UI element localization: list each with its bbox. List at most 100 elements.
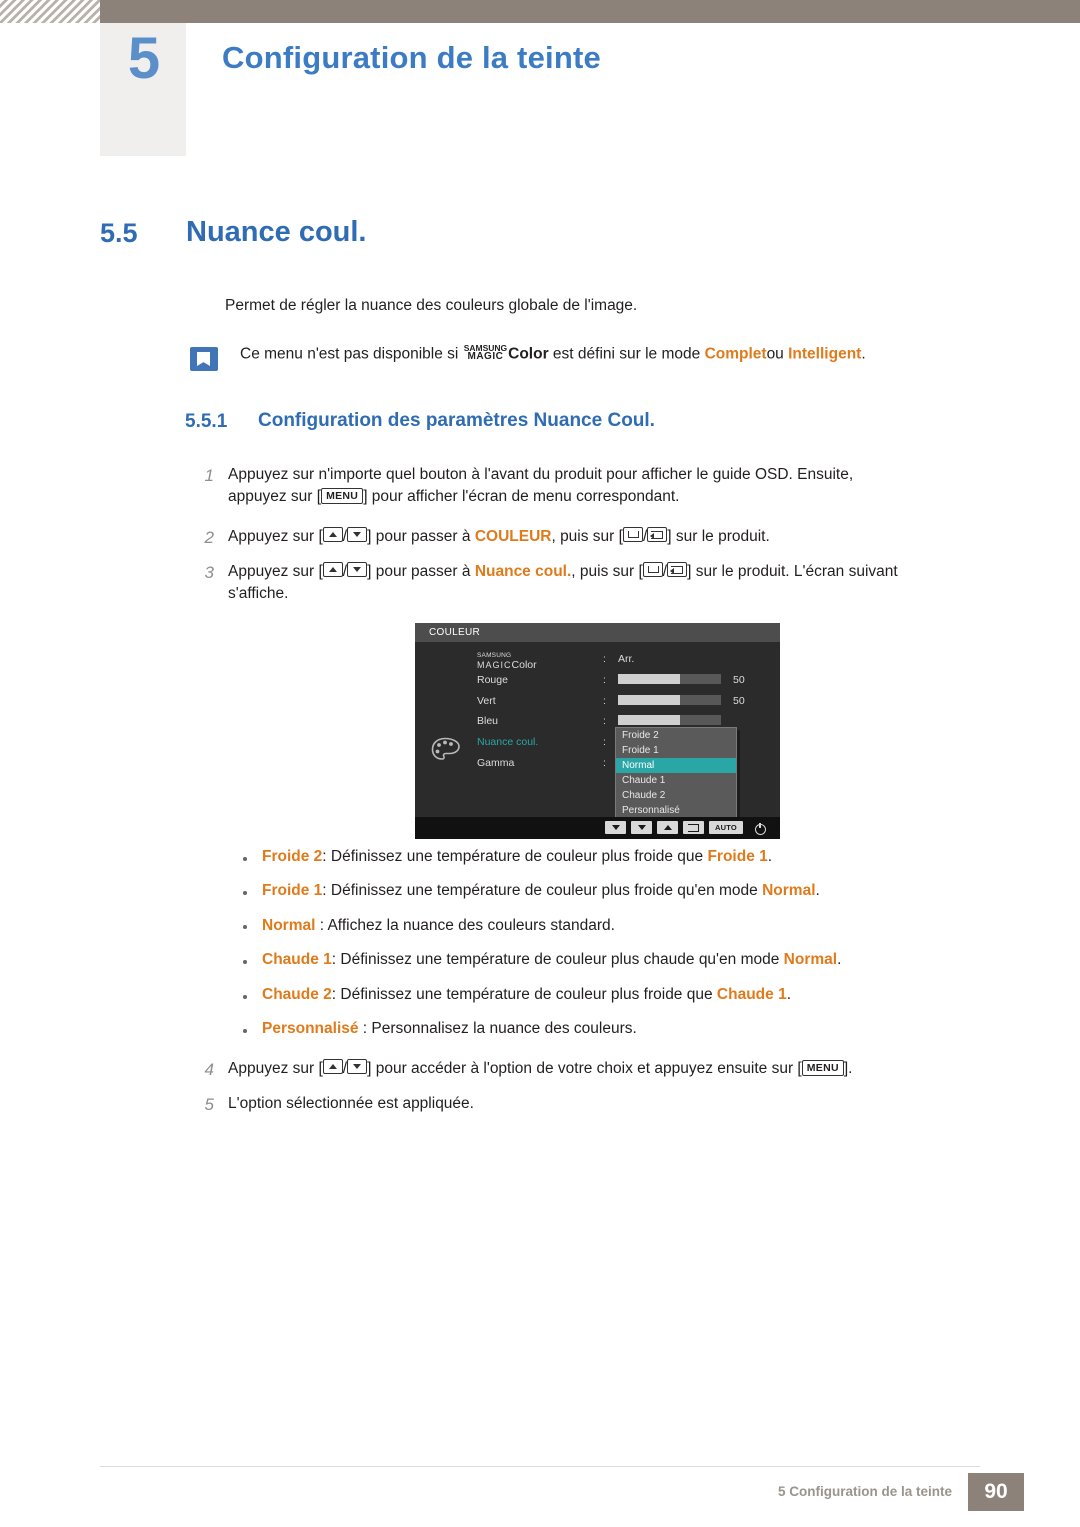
step2-a: Appuyez sur [ — [228, 528, 323, 545]
badge-line-magic: MAGIC — [467, 350, 504, 362]
step-number-3: 3 — [204, 563, 214, 582]
bullet-dot — [243, 995, 247, 999]
step-text-5: L'option sélectionnée est appliquée. — [228, 1095, 474, 1112]
step-text-3: Appuyez sur [/] pour passer à Nuance cou… — [228, 561, 1018, 606]
osd-colon-rouge: : — [603, 674, 606, 686]
note-middle: est défini sur le mode — [552, 345, 701, 363]
osd-screenshot: COULEUR SAMSUNG MAGICColor : Arr. Rouge … — [415, 623, 780, 839]
osd-row-label-nuance-coul[interactable]: Nuance coul. — [477, 736, 538, 748]
dropdown-item-froide-2[interactable]: Froide 2 — [616, 728, 736, 743]
down-arrow-key-icon — [347, 1059, 368, 1074]
palette-icon — [431, 737, 461, 763]
bullet-dot — [243, 960, 247, 964]
osd-row-label-vert: Vert — [477, 695, 496, 707]
step2-keyword-couleur: COULEUR — [474, 528, 552, 545]
bullet-keyword: Personnalisé — [262, 1020, 359, 1037]
bullet-end: . — [767, 848, 773, 865]
menu-key-icon: MENU — [801, 1060, 844, 1076]
bullet-item-froide-1: Froide 1: Définissez une température de … — [262, 882, 820, 900]
samsung-magic-badge: SAMSUNG MAGIC — [464, 344, 507, 362]
osd-slider-fill-vert — [618, 695, 680, 705]
dropdown-item-chaude-2[interactable]: Chaude 2 — [616, 788, 736, 803]
bullet-body: : Définissez une température de couleur … — [331, 951, 780, 968]
bullet-item-chaude-1: Chaude 1: Définissez une température de … — [262, 951, 841, 969]
step4-b: ] pour accéder à l'option de votre choix… — [367, 1060, 802, 1077]
chapter-number: 5 — [127, 26, 161, 91]
osd-value-magic: Arr. — [618, 653, 635, 665]
bullet-keyword-2: Froide 1 — [707, 848, 768, 865]
enter-key-icon — [667, 562, 688, 577]
footer-text: 5 Configuration de la teinte — [777, 1484, 952, 1499]
note-keyword-intelligent: Intelligent — [788, 345, 862, 363]
osd-button-auto-label: AUTO — [715, 823, 737, 832]
bullet-keyword: Normal — [262, 917, 316, 934]
note-keyword-complet: Complet — [704, 345, 767, 363]
up-arrow-key-icon — [322, 1059, 343, 1074]
osd-row-label-bleu: Bleu — [477, 715, 499, 727]
page-header: 5 Configuration de la teinte — [0, 0, 1080, 156]
osd-slider-bleu[interactable] — [618, 715, 721, 725]
step3-d: ] sur le produit. L'écran suivant — [687, 563, 898, 580]
bullet-end: . — [815, 882, 820, 899]
up-arrow-key-icon — [322, 527, 343, 542]
dropdown-item-personnalise[interactable]: Personnalisé — [616, 803, 736, 818]
osd-dropdown-nuance-coul[interactable]: Froide 2 Froide 1 Normal Chaude 1 Chaude… — [615, 727, 737, 819]
osd-colon-magic: : — [603, 653, 606, 665]
bullet-dot — [243, 857, 247, 861]
bullet-keyword: Chaude 2 — [262, 986, 332, 1003]
osd-row-label-gamma[interactable]: Gamma — [477, 757, 514, 769]
power-icon[interactable] — [749, 822, 766, 835]
dropdown-item-froide-1[interactable]: Froide 1 — [616, 743, 736, 758]
bullet-body: : Définissez une température de couleur … — [331, 986, 713, 1003]
bullet-item-chaude-2: Chaude 2: Définissez une température de … — [262, 986, 791, 1004]
note-text: Ce menu n'est pas disponible si SAMSUNG … — [240, 344, 866, 364]
bullet-item-normal: Normal : Affichez la nuance des couleurs… — [262, 917, 615, 935]
step-number-4: 4 — [204, 1060, 214, 1079]
note-icon — [190, 347, 218, 371]
step1-line2-b: ] pour afficher l'écran de menu correspo… — [363, 488, 680, 506]
note-conjunction: ou — [766, 345, 784, 363]
step-text-1: Appuyez sur n'importe quel bouton à l'av… — [228, 464, 1018, 509]
down-arrow-key-icon — [347, 527, 368, 542]
step1-line1: Appuyez sur n'importe quel bouton à l'av… — [228, 466, 854, 483]
osd-button-return[interactable] — [683, 821, 704, 834]
bullet-body: : Définissez une température de couleur … — [322, 848, 704, 865]
osd-row-label-rouge: Rouge — [477, 674, 508, 686]
bullet-dot — [243, 891, 247, 895]
osd-button-down-2[interactable] — [631, 821, 652, 834]
section-number: 5.5 — [100, 218, 138, 248]
step-text-4: Appuyez sur [/] pour accéder à l'option … — [228, 1058, 1018, 1080]
section-intro-paragraph: Permet de régler la nuance des couleurs … — [225, 297, 638, 314]
osd-slider-vert[interactable] — [618, 695, 721, 705]
bullet-keyword: Froide 2 — [262, 848, 323, 865]
bullet-keyword: Froide 1 — [262, 882, 323, 899]
osd-colon-vert: : — [603, 695, 606, 707]
step3-keyword-nuance: Nuance coul. — [474, 563, 572, 580]
dropdown-item-chaude-1[interactable]: Chaude 1 — [616, 773, 736, 788]
note-end: . — [861, 345, 866, 363]
step3-b: ] pour passer à — [367, 563, 471, 580]
dropdown-item-normal[interactable]: Normal — [616, 758, 736, 773]
osd-sidebar — [415, 642, 473, 817]
step2-d: ] sur le produit. — [667, 528, 770, 545]
subsection-title: Configuration des paramètres Nuance Coul… — [258, 410, 655, 431]
step3-e: s'affiche. — [228, 585, 289, 603]
osd-row-magic-color: SAMSUNG MAGICColor — [477, 652, 537, 671]
step2-c: , puis sur [ — [551, 528, 623, 545]
osd-button-up[interactable] — [657, 821, 678, 834]
back-key-icon — [642, 562, 663, 577]
bullet-keyword-2: Normal — [783, 951, 838, 968]
bullet-item-personnalise: Personnalisé : Personnalisez la nuance d… — [262, 1020, 637, 1038]
bullet-keyword-2: Chaude 1 — [716, 986, 787, 1003]
bullet-body: : Affichez la nuance des couleurs standa… — [315, 917, 615, 934]
step3-c: , puis sur [ — [571, 563, 643, 580]
osd-button-bar: AUTO — [415, 817, 780, 839]
step2-b: ] pour passer à — [367, 528, 471, 545]
osd-button-down-1[interactable] — [605, 821, 626, 834]
subsection-number: 5.5.1 — [185, 411, 228, 432]
bullet-item-froide-2: Froide 2: Définissez une température de … — [262, 848, 772, 866]
osd-slider-rouge[interactable] — [618, 674, 721, 684]
bullet-end: . — [786, 986, 791, 1003]
osd-slider-fill-rouge — [618, 674, 680, 684]
osd-magic-label: Color — [511, 658, 537, 671]
